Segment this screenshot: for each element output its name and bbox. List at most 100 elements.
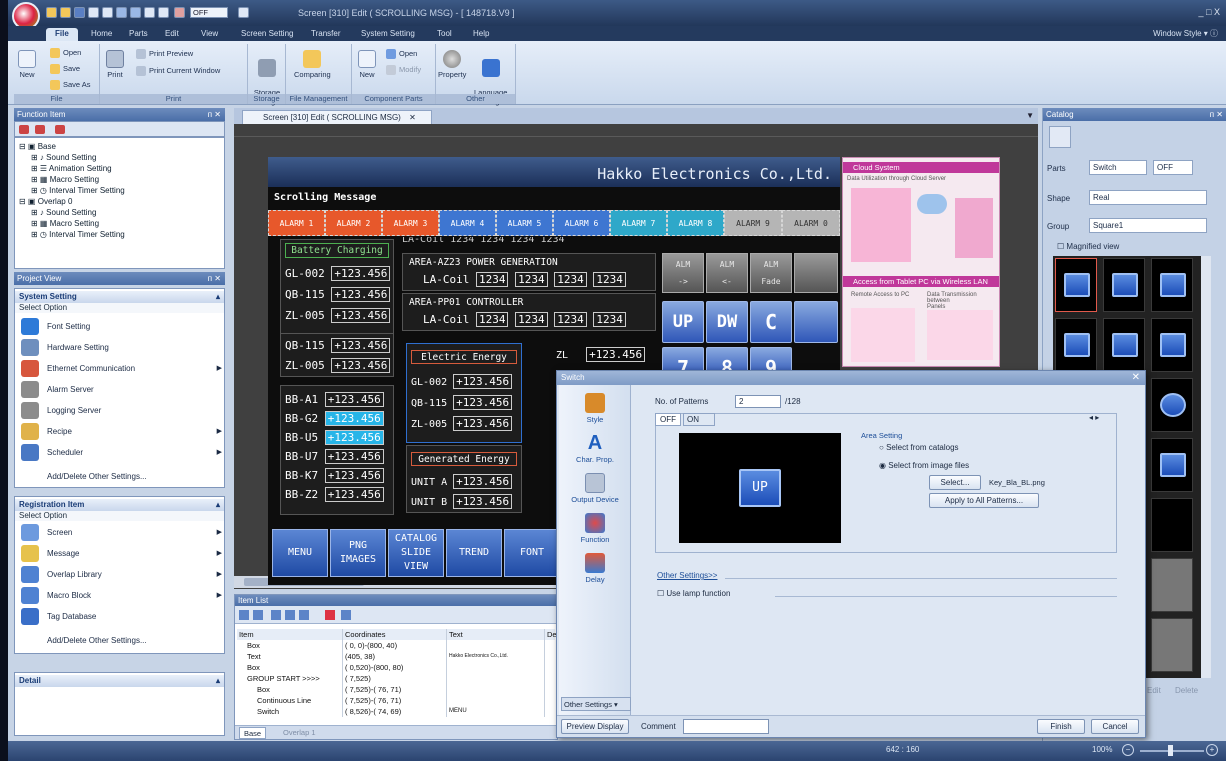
tree-node-interval[interactable]: ⊞ ◷ Interval Timer Setting bbox=[31, 186, 125, 195]
forward-arrow-icon[interactable] bbox=[130, 7, 141, 18]
catalog-thumb-5[interactable] bbox=[1103, 318, 1145, 372]
radio-select-catalogs[interactable]: ○ Select from catalogs bbox=[879, 443, 959, 452]
select-file-button[interactable]: Select... bbox=[929, 475, 981, 490]
tab-help[interactable]: Help bbox=[464, 28, 498, 41]
catalog-thumb-4[interactable] bbox=[1055, 318, 1097, 372]
close-tab-icon[interactable]: ✕ bbox=[409, 113, 416, 122]
value-box[interactable]: +123.456 bbox=[453, 474, 513, 489]
list-tool-icon-3[interactable] bbox=[271, 610, 281, 620]
option-message[interactable]: Message ▶ bbox=[15, 543, 224, 564]
tab-home[interactable]: Home bbox=[82, 28, 121, 41]
other-settings-link[interactable]: Other Settings>> bbox=[657, 571, 717, 580]
catalog-edit-button[interactable]: Edit bbox=[1147, 686, 1161, 695]
tab-transfer[interactable]: Transfer bbox=[302, 28, 350, 41]
tab-parts[interactable]: Parts bbox=[120, 28, 157, 41]
value-box[interactable]: +123.456 bbox=[453, 416, 513, 431]
component-modify-button[interactable]: Modify bbox=[386, 65, 421, 76]
catalog-thumb-1[interactable] bbox=[1055, 258, 1097, 312]
tab-base[interactable]: Base bbox=[239, 727, 267, 739]
layout-icon[interactable] bbox=[238, 7, 249, 18]
alm-blank-button[interactable] bbox=[794, 253, 838, 293]
electric-energy-panel[interactable]: Electric Energy GL-002 +123.456 QB-115 +… bbox=[406, 343, 522, 443]
column-coordinates[interactable]: Coordinates bbox=[343, 629, 447, 640]
tree-node-base[interactable]: ⊟ ▣ Base bbox=[19, 142, 56, 151]
cancel-button[interactable]: Cancel bbox=[1091, 719, 1139, 734]
value-box-highlight[interactable]: +123.456 bbox=[324, 411, 384, 426]
side-delay[interactable]: Delay bbox=[559, 553, 631, 584]
alm-scroll-right-button[interactable]: ALM -> bbox=[662, 253, 704, 293]
bb-panel[interactable]: BB-A1 +123.456 BB-G2 +123.456 BB-U5 +123… bbox=[280, 385, 394, 515]
screen-icon[interactable] bbox=[144, 7, 155, 18]
scrolling-message-title[interactable]: Scrolling Message bbox=[274, 192, 376, 203]
value-box[interactable]: +123.456 bbox=[324, 449, 384, 464]
table-row[interactable]: Continuous Line( 7,525)-( 76, 71) bbox=[237, 695, 555, 706]
pin-close-icon[interactable]: ᴨ ✕ bbox=[208, 272, 221, 285]
value-box-highlight[interactable]: +123.456 bbox=[324, 430, 384, 445]
quick-access-dropdown[interactable]: OFF bbox=[190, 7, 228, 18]
column-text[interactable]: Text bbox=[447, 629, 545, 640]
tab-scroll-arrows-icon[interactable]: ◂ ▸ bbox=[1089, 413, 1099, 422]
zoom-slider-thumb[interactable] bbox=[1168, 745, 1173, 756]
value-box[interactable]: +123.456 bbox=[453, 374, 513, 389]
option-alarm-server[interactable]: Alarm Server bbox=[15, 379, 224, 400]
list-tool-icon-2[interactable] bbox=[253, 610, 263, 620]
document-tab[interactable]: Screen [310] Edit ( SCROLLING MSG) ✕ bbox=[242, 110, 432, 124]
value-box[interactable]: +123.456 bbox=[331, 308, 391, 323]
back-arrow-icon[interactable] bbox=[116, 7, 127, 18]
side-output-device[interactable]: Output Device bbox=[559, 473, 631, 504]
option-font-setting[interactable]: Font Setting bbox=[15, 316, 224, 337]
select-icon[interactable] bbox=[158, 7, 169, 18]
catalog-tool-icon[interactable] bbox=[1049, 126, 1071, 148]
tree-node-macro[interactable]: ⊞ ▦ Macro Setting bbox=[31, 175, 99, 184]
coil-value[interactable]: 1234 bbox=[593, 312, 626, 327]
option-tag-database[interactable]: Tag Database bbox=[15, 606, 224, 627]
area-az23-panel[interactable]: AREA-AZ23 POWER GENERATION LA-Coil 1234 … bbox=[402, 253, 656, 291]
patterns-stepper[interactable]: 2 bbox=[735, 395, 781, 408]
coil-value[interactable]: 1234 bbox=[554, 312, 587, 327]
shape-dropdown[interactable]: Real bbox=[1089, 190, 1207, 205]
tab-overlap[interactable]: Overlap 1 bbox=[279, 727, 320, 739]
tree-node-sound-2[interactable]: ⊞ ♪ Sound Setting bbox=[31, 208, 96, 217]
zoom-in-icon[interactable]: + bbox=[1206, 744, 1218, 756]
print-current-window-button[interactable]: Print Current Window bbox=[136, 66, 220, 77]
tab-edit[interactable]: Edit bbox=[156, 28, 188, 41]
tab-screen-setting[interactable]: Screen Setting bbox=[232, 28, 302, 41]
parts-dropdown[interactable]: Switch bbox=[1089, 160, 1147, 175]
registration-head[interactable]: Registration Item ▴ bbox=[15, 499, 224, 511]
delete-function-icon[interactable] bbox=[55, 125, 65, 134]
print-preview-button[interactable]: Print Preview bbox=[136, 49, 193, 60]
side-style[interactable]: Style bbox=[559, 393, 631, 424]
add-delete-settings-link-2[interactable]: Add/Delete Other Settings... bbox=[47, 636, 147, 645]
alarm-2[interactable]: ALARM 2 bbox=[325, 210, 382, 236]
list-tool-icon-4[interactable] bbox=[285, 610, 295, 620]
trend-nav-button[interactable]: TREND bbox=[446, 529, 502, 577]
tab-off[interactable]: OFF bbox=[655, 413, 681, 426]
value-box[interactable]: +123.456 bbox=[324, 468, 384, 483]
catalog-thumb-10[interactable] bbox=[1151, 558, 1193, 612]
table-row[interactable]: Box( 0,520)-(800, 80) bbox=[237, 662, 555, 673]
cloud-system-image[interactable]: Cloud System Data Utilization through Cl… bbox=[842, 157, 1000, 367]
side-function[interactable]: Function bbox=[559, 513, 631, 544]
alarm-9[interactable]: ALARM 9 bbox=[724, 210, 782, 236]
collapse-arrow-icon[interactable]: ▴ bbox=[216, 291, 220, 303]
png-images-nav-button[interactable]: PNG IMAGES bbox=[330, 529, 386, 577]
redo-icon[interactable] bbox=[102, 7, 113, 18]
list-tool-icon-6[interactable] bbox=[325, 610, 335, 620]
parts-state-dropdown[interactable]: OFF bbox=[1153, 160, 1193, 175]
open-folder-icon[interactable] bbox=[46, 7, 57, 18]
table-row[interactable]: Box( 0, 0)-(800, 40) bbox=[237, 640, 555, 651]
value-box[interactable]: +123.456 bbox=[586, 347, 646, 362]
comment-input[interactable] bbox=[683, 719, 769, 734]
up-key[interactable]: UP bbox=[662, 301, 704, 343]
coil-value[interactable]: 1234 bbox=[554, 272, 587, 287]
group-dropdown[interactable]: Square1 bbox=[1089, 218, 1207, 233]
font-nav-button[interactable]: FONT bbox=[504, 529, 560, 577]
new-button[interactable]: New bbox=[18, 50, 36, 79]
value-box[interactable]: +123.456 bbox=[324, 392, 384, 407]
catalog-thumb-3[interactable] bbox=[1151, 258, 1193, 312]
table-row[interactable]: Box( 7,525)-( 76, 71) bbox=[237, 684, 555, 695]
option-screen[interactable]: Screen ▶ bbox=[15, 522, 224, 543]
undo-icon[interactable] bbox=[88, 7, 99, 18]
value-box[interactable]: +123.456 bbox=[331, 358, 391, 373]
alarm-8[interactable]: ALARM 8 bbox=[667, 210, 724, 236]
